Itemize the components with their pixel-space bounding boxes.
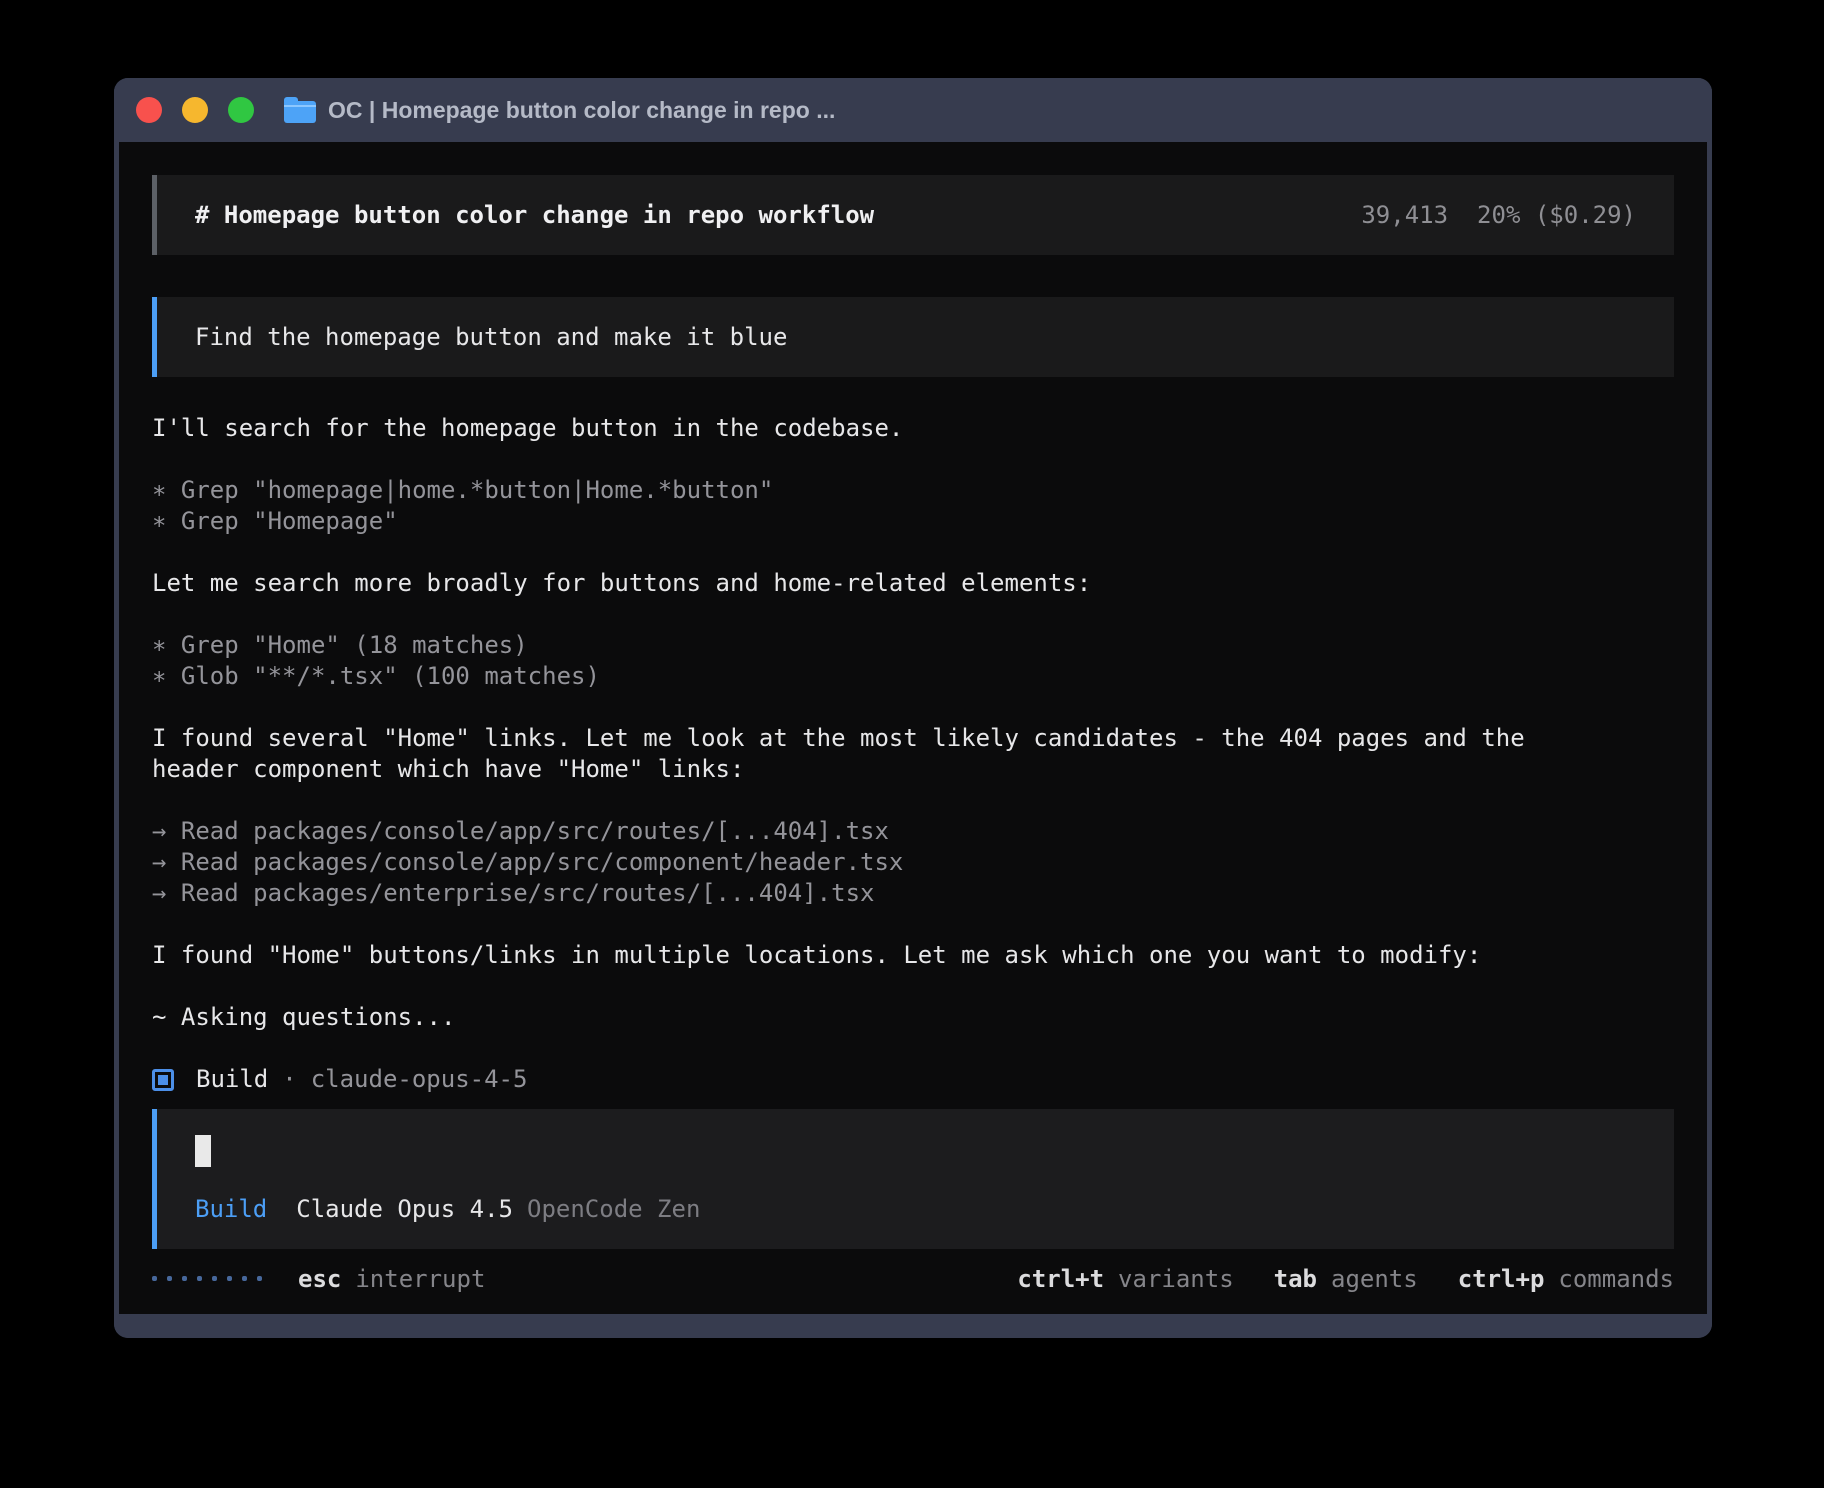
terminal-content: # Homepage button color change in repo w… (119, 142, 1707, 1314)
transcript-line: I found "Home" buttons/links in multiple… (152, 940, 1674, 971)
transcript-paragraph: ~ Asking questions... (152, 1002, 1674, 1033)
transcript-line: ~ Asking questions... (152, 1002, 1674, 1033)
close-button[interactable] (136, 97, 162, 123)
task-agent-name: Build (196, 1064, 268, 1095)
folder-icon (284, 97, 316, 123)
transcript-line: I found several "Home" links. Let me loo… (152, 723, 1674, 754)
spinner-dot (182, 1276, 187, 1281)
input-agent-label[interactable]: Build (195, 1195, 267, 1223)
spinner-dot (167, 1276, 172, 1281)
transcript-paragraph: Let me search more broadly for buttons a… (152, 568, 1674, 599)
shortcut-label: commands (1558, 1265, 1674, 1293)
task-model-name: claude-opus-4-5 (311, 1064, 528, 1095)
spinner-dot (212, 1276, 217, 1281)
user-message-text: Find the homepage button and make it blu… (195, 323, 787, 351)
prompt-input[interactable]: Build Claude Opus 4.5 OpenCode Zen (152, 1109, 1674, 1249)
transcript-line: Let me search more broadly for buttons a… (152, 568, 1674, 599)
transcript-paragraph: I found "Home" buttons/links in multiple… (152, 940, 1674, 971)
transcript-paragraph: ∗ Grep "Home" (18 matches)∗ Glob "**/*.t… (152, 630, 1674, 692)
spinner-dot (257, 1276, 262, 1281)
spinner-dot (152, 1276, 157, 1281)
transcript-paragraph: ∗ Grep "homepage|home.*button|Home.*butt… (152, 475, 1674, 537)
window-bottom-edge (114, 1314, 1712, 1338)
transcript-line: ∗ Grep "Homepage" (152, 506, 1674, 537)
session-title: # Homepage button color change in repo w… (195, 201, 874, 229)
spinner-dots (152, 1276, 262, 1281)
esc-key-label: esc (298, 1265, 341, 1293)
transcript-line: → Read packages/console/app/src/componen… (152, 847, 1674, 878)
session-header: # Homepage button color change in repo w… (152, 175, 1674, 255)
statusbar: esc interrupt ctrl+tvariantstabagentsctr… (152, 1263, 1674, 1294)
transcript-line: ∗ Grep "Home" (18 matches) (152, 630, 1674, 661)
transcript-line: ∗ Grep "homepage|home.*button|Home.*butt… (152, 475, 1674, 506)
input-provider-label: OpenCode Zen (527, 1195, 700, 1223)
shortcut-key: ctrl+t (1017, 1265, 1104, 1293)
transcript: I'll search for the homepage button in t… (152, 413, 1674, 1095)
task-separator: · (282, 1064, 296, 1095)
transcript-line: I'll search for the homepage button in t… (152, 413, 1674, 444)
input-footer: Build Claude Opus 4.5 OpenCode Zen (195, 1195, 1636, 1223)
spinner-dot (242, 1276, 247, 1281)
minimize-button[interactable] (182, 97, 208, 123)
window-title: OC | Homepage button color change in rep… (328, 97, 835, 124)
shortcut-key: tab (1274, 1265, 1317, 1293)
shortcut-label: agents (1331, 1265, 1418, 1293)
transcript-paragraph: I'll search for the homepage button in t… (152, 413, 1674, 444)
statusbar-right: ctrl+t variants tab agents ctrl+p commands (1017, 1265, 1674, 1293)
transcript-paragraph: → Read packages/console/app/src/routes/[… (152, 816, 1674, 909)
spinner-dot (197, 1276, 202, 1281)
terminal-window: OC | Homepage button color change in rep… (114, 78, 1712, 1338)
task-status-line: Build · claude-opus-4-5 (152, 1064, 1674, 1095)
input-model-label[interactable]: Claude Opus 4.5 (296, 1195, 513, 1223)
transcript-paragraph: I found several "Home" links. Let me loo… (152, 723, 1674, 785)
transcript-line: → Read packages/enterprise/src/routes/[.… (152, 878, 1674, 909)
shortcut-hint-variants: ctrl+t variants (1017, 1265, 1233, 1293)
statusbar-left: esc interrupt (152, 1265, 485, 1293)
shortcut-label: variants (1118, 1265, 1234, 1293)
transcript-line: header component which have "Home" links… (152, 754, 1674, 785)
text-cursor (195, 1135, 211, 1167)
spinner-dot (227, 1276, 232, 1281)
shortcut-key: ctrl+p (1458, 1265, 1545, 1293)
session-stats: 39,413 20% ($0.29) (1361, 201, 1636, 229)
transcript-line: ∗ Glob "**/*.tsx" (100 matches) (152, 661, 1674, 692)
titlebar: OC | Homepage button color change in rep… (114, 78, 1712, 142)
zoom-button[interactable] (228, 97, 254, 123)
shortcut-hint-agents: tab agents (1274, 1265, 1418, 1293)
context-usage: 20% ($0.29) (1477, 201, 1636, 229)
shortcut-hint-commands: ctrl+p commands (1458, 1265, 1674, 1293)
user-message: Find the homepage button and make it blu… (152, 297, 1674, 377)
interrupt-hint: esc interrupt (298, 1265, 485, 1293)
traffic-lights (136, 97, 254, 123)
task-square-icon (152, 1069, 174, 1091)
token-count: 39,413 (1361, 201, 1448, 229)
transcript-line: → Read packages/console/app/src/routes/[… (152, 816, 1674, 847)
interrupt-label: interrupt (355, 1265, 485, 1293)
